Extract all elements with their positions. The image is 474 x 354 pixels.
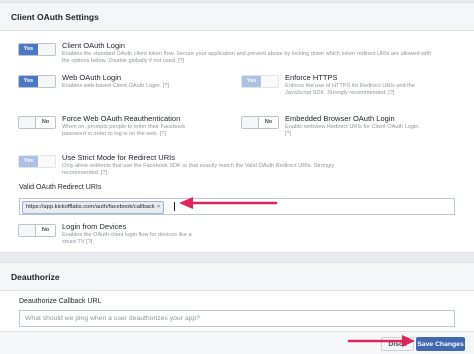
login-from-devices-toggle[interactable]: No xyxy=(18,224,56,237)
setting-description: When on, prompts people to enter their F… xyxy=(62,124,186,137)
toggle-state: No xyxy=(258,117,278,128)
setting-title: Client OAuth Login xyxy=(62,41,125,50)
help-link[interactable]: [?] xyxy=(388,90,394,96)
setting-title: Force Web OAuth Reauthentication xyxy=(62,114,181,123)
redirect-uri-text: https://app.kickofflabs.com/auth/faceboo… xyxy=(26,204,155,210)
help-link[interactable]: [?] xyxy=(101,170,107,176)
setting-title: Enforce HTTPS xyxy=(285,73,338,82)
redirect-uris-label: Valid OAuth Redirect URIs xyxy=(19,184,102,191)
help-link[interactable]: [?] xyxy=(163,83,169,89)
toggle-state: Yes xyxy=(19,76,38,87)
save-changes-button[interactable]: Save Changes xyxy=(416,337,465,351)
annotation-arrow-uri xyxy=(179,197,278,209)
toggle-state: Yes xyxy=(19,44,38,55)
remove-uri-icon[interactable]: × xyxy=(157,204,160,210)
toggle-state: Yes xyxy=(242,76,261,87)
enforce-https-toggle[interactable]: Yes xyxy=(241,75,279,88)
setting-strict-mode: Yes Use Strict Mode for Redirect URIs On… xyxy=(18,153,458,179)
setting-description: Enables the OAuth client login flow for … xyxy=(62,232,192,245)
setting-title: Login from Devices xyxy=(62,222,127,231)
client-oauth-heading: Client OAuth Settings xyxy=(0,3,474,31)
setting-force-reauth: No Force Web OAuth Reauthentication When… xyxy=(18,114,238,148)
help-link[interactable]: [?] xyxy=(178,58,184,64)
client-oauth-panel: Client OAuth Settings Yes Client OAuth L… xyxy=(0,2,474,253)
setting-description: Enforce the use of HTTPS for Redirect UR… xyxy=(285,83,415,96)
web-oauth-login-toggle[interactable]: Yes xyxy=(18,75,56,88)
setting-client-oauth-login: Yes Client OAuth Login Enables the stand… xyxy=(18,41,458,71)
deauthorize-callback-label: Deauthorize Callback URL xyxy=(19,298,102,305)
toggle-state: No xyxy=(35,117,55,128)
setting-title: Embedded Browser OAuth Login xyxy=(285,114,395,123)
text-caret xyxy=(174,202,175,211)
client-oauth-login-toggle[interactable]: Yes xyxy=(18,43,56,56)
annotation-arrow-save xyxy=(347,335,415,347)
help-link[interactable]: [?] xyxy=(160,131,166,137)
embedded-browser-toggle[interactable]: No xyxy=(241,116,279,129)
force-reauth-toggle[interactable]: No xyxy=(18,116,56,129)
strict-mode-toggle[interactable]: Yes xyxy=(18,155,56,168)
setting-description: Only allow redirects that use the Facebo… xyxy=(62,163,335,176)
setting-login-from-devices: No Login from Devices Enables the OAuth … xyxy=(18,222,238,248)
help-link[interactable]: [?] xyxy=(285,131,291,137)
setting-description: Enables web-based Client OAuth Login. [?… xyxy=(62,83,169,89)
setting-title: Web OAuth Login xyxy=(62,73,122,82)
toggle-state: No xyxy=(35,225,55,236)
toggle-state: Yes xyxy=(19,156,38,167)
setting-description: Enables the standard OAuth client token … xyxy=(62,51,432,64)
setting-web-oauth-login: Yes Web OAuth Login Enables web-based Cl… xyxy=(18,73,238,99)
deauthorize-heading: Deauthorize xyxy=(0,263,474,291)
setting-embedded-browser: No Embedded Browser OAuth Login Enable w… xyxy=(241,114,466,144)
help-link[interactable]: [?] xyxy=(86,239,92,245)
setting-description: Enable webview Redirect URIs for Client … xyxy=(285,124,420,137)
redirect-uri-token: https://app.kickofflabs.com/auth/faceboo… xyxy=(22,201,165,214)
setting-enforce-https: Yes Enforce HTTPS Enforce the use of HTT… xyxy=(241,73,466,103)
setting-title: Use Strict Mode for Redirect URIs xyxy=(62,153,175,162)
deauthorize-callback-input[interactable] xyxy=(19,310,455,327)
